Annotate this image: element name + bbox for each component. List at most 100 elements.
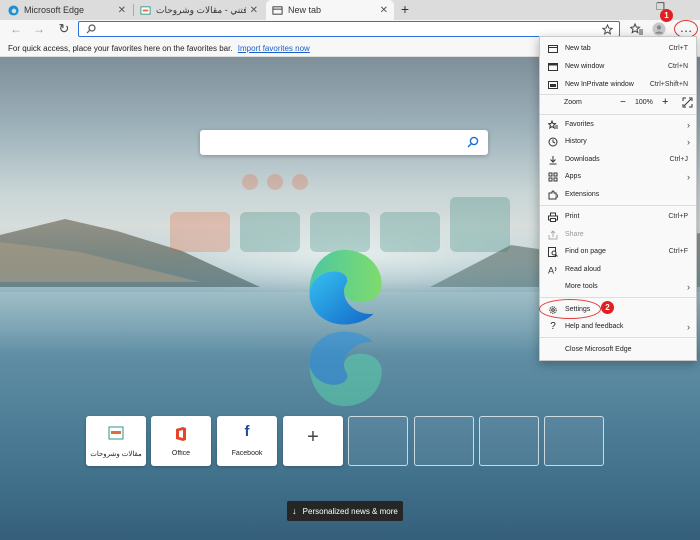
menu-item-label: Read aloud — [565, 266, 601, 273]
close-icon[interactable]: ✕ — [250, 5, 258, 16]
find-icon — [548, 246, 558, 257]
menu-item-new-inprivate-window[interactable]: New InPrivate window Ctrl+Shift+N — [540, 76, 696, 93]
quick-link-label: Office — [171, 450, 191, 457]
menu-item-label: New tab — [565, 45, 591, 52]
menu-divider — [540, 337, 696, 338]
menu-divider — [540, 297, 696, 298]
menu-item-print[interactable]: Print Ctrl+P — [540, 208, 696, 225]
quick-link-tile[interactable]: f Facebook — [217, 416, 277, 466]
menu-item-label: Print — [565, 213, 580, 220]
menu-item-downloads[interactable]: Downloads Ctrl+J — [540, 151, 696, 168]
personalized-news-button[interactable]: ↓ Personalized news & more — [287, 501, 403, 521]
web-search-box[interactable] — [200, 130, 488, 155]
menu-item-label: New InPrivate window — [565, 81, 634, 88]
favorites-icon[interactable] — [630, 22, 644, 36]
menu-item-new-window[interactable]: New window Ctrl+N — [540, 58, 696, 75]
search-icon[interactable] — [467, 136, 479, 148]
site-favicon-icon — [140, 5, 151, 15]
menu-item-extensions[interactable]: Extensions — [540, 186, 696, 203]
menu-item-label: Share — [565, 231, 584, 238]
chevron-right-icon: › — [687, 281, 690, 292]
back-button[interactable]: ← — [8, 21, 24, 37]
close-icon[interactable]: ✕ — [380, 5, 388, 16]
menu-item-shortcut: Ctrl+P — [668, 213, 688, 220]
inprivate-icon — [548, 80, 558, 89]
new-tab-button[interactable]: + — [398, 0, 412, 20]
zoom-label: Zoom — [564, 99, 582, 106]
menu-item-label: More tools — [565, 283, 598, 290]
settings-and-more-menu: New tab Ctrl+T New window Ctrl+N New InP… — [539, 36, 697, 361]
search-icon — [86, 24, 96, 34]
zoom-control: Zoom − 100% + — [540, 95, 696, 112]
menu-item-label: Apps — [565, 173, 581, 180]
menu-item-label: New window — [565, 63, 605, 70]
edge-favicon-icon — [8, 4, 19, 16]
menu-item-close-edge[interactable]: Close Microsoft Edge — [540, 341, 696, 358]
import-favorites-link[interactable]: Import favorites now — [238, 44, 310, 53]
forward-button[interactable]: → — [31, 21, 47, 37]
menu-item-share[interactable]: Share — [540, 226, 696, 243]
menu-item-shortcut: Ctrl+N — [667, 63, 688, 70]
menu-item-shortcut: Ctrl+Shift+N — [649, 81, 688, 88]
menu-item-favorites[interactable]: Favorites › — [540, 116, 696, 133]
menu-item-label: Settings — [565, 306, 591, 313]
star-icon[interactable] — [602, 24, 613, 35]
step-badge-1: 1 — [660, 9, 673, 22]
quick-link-tile[interactable]: Office — [151, 416, 211, 466]
quick-link-label: Facebook — [231, 450, 263, 457]
help-icon: ? — [550, 320, 556, 332]
tab-title: Microsoft Edge — [24, 5, 85, 15]
refresh-button[interactable]: ↻ — [56, 21, 72, 37]
menu-item-apps[interactable]: Apps › — [540, 168, 696, 185]
print-icon — [548, 212, 558, 222]
zoom-in-button[interactable]: + — [662, 96, 668, 108]
quick-link-tile[interactable]: مقالات وشروحات — [86, 416, 146, 466]
menu-item-label: Extensions — [565, 191, 600, 198]
menu-item-find-on-page[interactable]: Find on page Ctrl+F — [540, 243, 696, 260]
menu-item-help-and-feedback[interactable]: ? Help and feedback › — [540, 318, 696, 335]
history-icon — [548, 137, 558, 146]
extensions-icon — [548, 190, 558, 199]
gear-icon — [549, 305, 557, 314]
chevron-right-icon: › — [687, 136, 690, 147]
web-search-input[interactable] — [208, 134, 458, 151]
menu-item-label: History — [565, 138, 587, 145]
menu-item-new-tab[interactable]: New tab Ctrl+T — [540, 40, 696, 57]
chevron-right-icon: › — [687, 171, 690, 182]
tab-new-tab[interactable]: New tab ✕ — [266, 0, 394, 20]
menu-item-shortcut: Ctrl+J — [669, 156, 688, 163]
share-icon — [548, 229, 558, 239]
add-quick-link-button[interactable]: + — [283, 416, 343, 466]
close-icon[interactable]: ✕ — [118, 5, 126, 16]
download-icon — [549, 155, 557, 164]
quick-link-placeholder — [348, 416, 408, 466]
profile-icon[interactable] — [652, 22, 666, 36]
site-logo-icon — [108, 426, 124, 440]
new-tab-page-icon — [272, 5, 283, 15]
menu-item-read-aloud[interactable]: A Read aloud — [540, 261, 696, 278]
address-bar[interactable] — [78, 21, 620, 37]
read-aloud-icon: A — [548, 265, 557, 275]
chevron-right-icon: › — [687, 321, 690, 332]
menu-item-more-tools[interactable]: More tools › — [540, 278, 696, 295]
fullscreen-icon[interactable] — [682, 97, 693, 108]
zoom-out-button[interactable]: − — [620, 97, 626, 108]
chevron-right-icon: › — [687, 119, 690, 130]
address-input[interactable] — [99, 22, 539, 36]
tab-microsoft-edge[interactable]: Microsoft Edge ✕ — [2, 0, 132, 20]
tab-title: New tab — [288, 5, 322, 15]
menu-divider — [540, 205, 696, 206]
new-window-icon — [548, 62, 558, 71]
apps-icon — [548, 172, 558, 181]
favorites-icon — [548, 119, 558, 129]
menu-item-label: Find on page — [565, 248, 606, 255]
zoom-level: 100% — [635, 99, 653, 106]
svg-text:A: A — [548, 265, 554, 275]
office-icon — [176, 427, 186, 441]
menu-divider — [540, 114, 696, 115]
tab-site[interactable]: افتني - مقالات وشروحات ✕ — [134, 0, 264, 20]
menu-item-settings[interactable]: Settings — [540, 301, 696, 318]
menu-item-history[interactable]: History › — [540, 133, 696, 150]
